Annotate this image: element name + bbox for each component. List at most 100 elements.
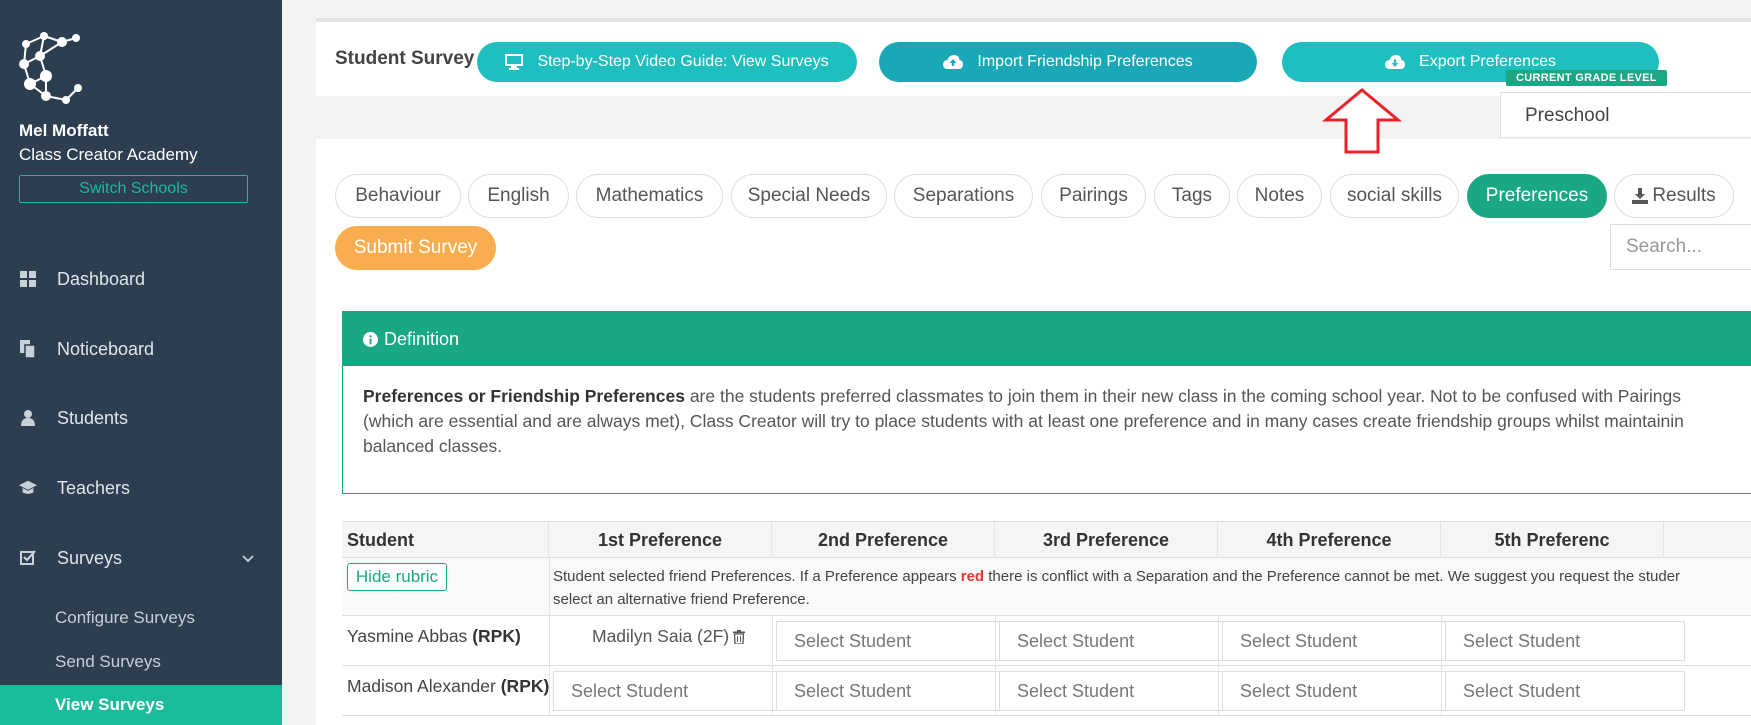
cloud-download-icon bbox=[1385, 55, 1406, 69]
export-label: Export Preferences bbox=[1419, 53, 1556, 70]
tab-tags[interactable]: Tags bbox=[1154, 174, 1230, 218]
sidebar: Mel Moffatt Class Creator Academy Switch… bbox=[0, 0, 282, 725]
nav-label: Noticeboard bbox=[57, 338, 155, 359]
select-student-dropdown[interactable]: Select Student bbox=[1445, 671, 1685, 711]
copy-icon bbox=[19, 340, 37, 358]
student-class: (RPK) bbox=[472, 626, 521, 646]
user-name: Mel Moffatt bbox=[19, 121, 109, 140]
selected-preference: Madilyn Saia (2F) bbox=[592, 626, 746, 647]
select-student-dropdown[interactable]: Select Student bbox=[999, 671, 1239, 711]
video-guide-button[interactable]: Step-by-Step Video Guide: View Surveys bbox=[477, 42, 857, 82]
sub-nav-configure-surveys[interactable]: Configure Surveys bbox=[55, 608, 195, 628]
tab-mathematics[interactable]: Mathematics bbox=[576, 174, 723, 218]
download-icon bbox=[1632, 188, 1649, 204]
definition-line3: balanced classes. bbox=[363, 436, 503, 456]
tab-pairings[interactable]: Pairings bbox=[1041, 174, 1146, 218]
select-student-dropdown[interactable]: Select Student bbox=[1222, 621, 1462, 661]
cell-divider bbox=[772, 666, 773, 715]
nav-noticeboard[interactable]: Noticeboard bbox=[0, 329, 282, 369]
grade-level-badge: CURRENT GRADE LEVEL bbox=[1506, 70, 1667, 86]
selected-preference-name: Madilyn Saia (2F) bbox=[592, 626, 730, 646]
grid-icon bbox=[19, 270, 37, 288]
definition-term: Preferences or Friendship Preferences bbox=[363, 386, 685, 406]
tab-behaviour[interactable]: Behaviour bbox=[335, 174, 461, 218]
rubric-part1: Student selected friend Preferences. If … bbox=[553, 568, 961, 585]
student-name: Madison Alexander (RPK) bbox=[347, 676, 549, 697]
rubric-text: Student selected friend Preferences. If … bbox=[553, 565, 1739, 611]
student-name: Yasmine Abbas (RPK) bbox=[347, 626, 521, 647]
col-4th-preference: 4th Preference bbox=[1218, 522, 1441, 558]
switch-schools-button[interactable]: Switch Schools bbox=[19, 175, 248, 203]
col-1st-preference: 1st Preference bbox=[549, 522, 772, 558]
sub-nav-send-surveys[interactable]: Send Surveys bbox=[55, 652, 161, 672]
cell-divider bbox=[1218, 666, 1219, 715]
definition-panel: Definition Preferences or Friendship Pre… bbox=[342, 311, 1751, 494]
user-icon bbox=[19, 409, 37, 427]
tab-english[interactable]: English bbox=[468, 174, 569, 218]
tab-notes[interactable]: Notes bbox=[1237, 174, 1322, 218]
select-student-dropdown[interactable]: Select Student bbox=[776, 671, 1016, 711]
tab-special-needs[interactable]: Special Needs bbox=[731, 174, 887, 218]
nav-label: Students bbox=[57, 407, 129, 428]
cell-divider bbox=[549, 558, 550, 615]
cell-divider bbox=[549, 666, 550, 715]
rubric-part2: there is conflict with a Separation and … bbox=[984, 568, 1681, 585]
nav-surveys[interactable]: Surveys bbox=[0, 538, 282, 578]
col-student: Student bbox=[342, 522, 549, 558]
definition-line2: (which are essential and are always met)… bbox=[363, 411, 1684, 431]
tab-separations[interactable]: Separations bbox=[894, 174, 1033, 218]
cell-divider bbox=[772, 616, 773, 665]
cell-divider bbox=[549, 616, 550, 665]
monitor-icon bbox=[505, 54, 524, 70]
tab-preferences[interactable]: Preferences bbox=[1467, 174, 1607, 218]
cell-divider bbox=[1218, 616, 1219, 665]
col-5th-preference: 5th Preferenc bbox=[1441, 522, 1664, 558]
logo bbox=[19, 32, 82, 104]
rubric-row: Hide rubric Student selected friend Pref… bbox=[342, 558, 1751, 616]
nav-dashboard[interactable]: Dashboard bbox=[0, 259, 282, 299]
tab-results[interactable]: Results bbox=[1614, 174, 1734, 218]
rubric-line2: select an alternative friend Preference. bbox=[553, 591, 810, 608]
survey-content: Behaviour English Mathematics Special Ne… bbox=[316, 139, 1751, 725]
chevron-down-icon bbox=[242, 550, 254, 566]
nav-label: Dashboard bbox=[57, 268, 146, 289]
definition-header: Definition bbox=[343, 312, 1751, 366]
cloud-upload-icon bbox=[943, 55, 964, 69]
table-row: Yasmine Abbas (RPK) Madilyn Saia (2F) Se… bbox=[342, 616, 1751, 666]
import-label: Import Friendship Preferences bbox=[977, 53, 1193, 70]
nav-label: Teachers bbox=[57, 477, 131, 498]
school-name: Class Creator Academy bbox=[19, 145, 198, 164]
student-name-text: Madison Alexander bbox=[347, 676, 496, 696]
submit-survey-button[interactable]: Submit Survey bbox=[335, 226, 496, 270]
definition-title: Definition bbox=[384, 328, 460, 349]
col-3rd-preference: 3rd Preference bbox=[995, 522, 1218, 558]
nav-teachers[interactable]: Teachers bbox=[0, 468, 282, 508]
graduation-cap-icon bbox=[19, 479, 37, 497]
check-square-icon bbox=[19, 549, 37, 567]
trash-icon[interactable] bbox=[733, 629, 746, 644]
grade-level-value: Preschool bbox=[1525, 105, 1610, 126]
search-input[interactable] bbox=[1610, 224, 1751, 270]
cell-divider bbox=[995, 666, 996, 715]
select-student-dropdown[interactable]: Select Student bbox=[1445, 621, 1685, 661]
select-student-dropdown[interactable]: Select Student bbox=[1222, 671, 1462, 711]
grade-level-select[interactable]: Preschool bbox=[1500, 92, 1751, 138]
main-content: Student Survey Step-by-Step Video Guide:… bbox=[282, 0, 1751, 725]
nav-label: Surveys bbox=[57, 547, 123, 568]
definition-line1: are the students preferred classmates to… bbox=[684, 386, 1682, 406]
select-student-dropdown[interactable]: Select Student bbox=[999, 621, 1239, 661]
rubric-red-word: red bbox=[960, 568, 985, 585]
nav-students[interactable]: Students bbox=[0, 398, 282, 438]
hide-rubric-button[interactable]: Hide rubric bbox=[347, 563, 447, 591]
red-arrow-annotation bbox=[1322, 88, 1402, 154]
info-icon bbox=[363, 331, 378, 347]
import-preferences-button[interactable]: Import Friendship Preferences bbox=[879, 42, 1257, 82]
select-student-dropdown[interactable]: Select Student bbox=[553, 671, 793, 711]
tab-results-label: Results bbox=[1652, 185, 1716, 206]
select-student-dropdown[interactable]: Select Student bbox=[776, 621, 1016, 661]
sub-nav-view-surveys[interactable]: View Surveys bbox=[0, 685, 282, 725]
cell-divider bbox=[1441, 666, 1442, 715]
cell-divider bbox=[995, 616, 996, 665]
student-name-text: Yasmine Abbas bbox=[347, 626, 468, 646]
tab-social-skills[interactable]: social skills bbox=[1330, 174, 1459, 218]
